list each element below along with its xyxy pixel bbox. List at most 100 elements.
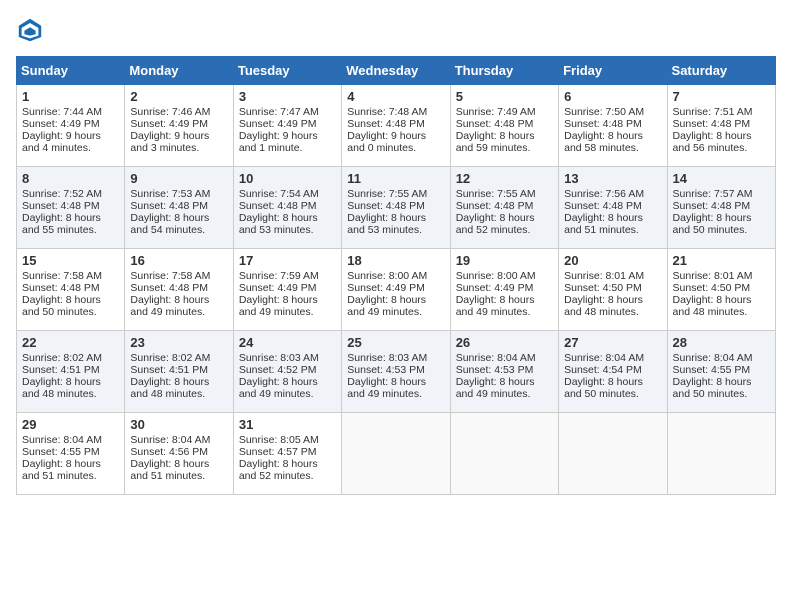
day-number: 24 — [239, 335, 337, 350]
calendar-cell: 5Sunrise: 7:49 AMSunset: 4:48 PMDaylight… — [450, 85, 558, 167]
sunrise-text: Sunrise: 7:44 AM — [22, 106, 102, 118]
sunset-text: Sunset: 4:48 PM — [347, 200, 425, 212]
calendar-cell: 8Sunrise: 7:52 AMSunset: 4:48 PMDaylight… — [17, 167, 125, 249]
daylight-text: Daylight: 8 hours and 58 minutes. — [564, 130, 643, 154]
sunrise-text: Sunrise: 8:03 AM — [347, 352, 427, 364]
daylight-text: Daylight: 8 hours and 52 minutes. — [456, 212, 535, 236]
calendar-header-row: SundayMondayTuesdayWednesdayThursdayFrid… — [17, 57, 776, 85]
sunrise-text: Sunrise: 8:03 AM — [239, 352, 319, 364]
calendar-cell — [342, 413, 450, 495]
sunrise-text: Sunrise: 7:53 AM — [130, 188, 210, 200]
sunset-text: Sunset: 4:53 PM — [456, 364, 534, 376]
daylight-text: Daylight: 9 hours and 3 minutes. — [130, 130, 209, 154]
column-header-wednesday: Wednesday — [342, 57, 450, 85]
sunset-text: Sunset: 4:51 PM — [130, 364, 208, 376]
sunrise-text: Sunrise: 7:49 AM — [456, 106, 536, 118]
day-number: 5 — [456, 89, 554, 104]
daylight-text: Daylight: 8 hours and 51 minutes. — [564, 212, 643, 236]
daylight-text: Daylight: 8 hours and 49 minutes. — [347, 294, 426, 318]
logo-icon — [16, 16, 44, 44]
calendar-cell: 7Sunrise: 7:51 AMSunset: 4:48 PMDaylight… — [667, 85, 775, 167]
sunset-text: Sunset: 4:48 PM — [673, 118, 751, 130]
column-header-sunday: Sunday — [17, 57, 125, 85]
sunrise-text: Sunrise: 8:04 AM — [22, 434, 102, 446]
calendar-cell: 21Sunrise: 8:01 AMSunset: 4:50 PMDayligh… — [667, 249, 775, 331]
day-number: 17 — [239, 253, 337, 268]
day-number: 29 — [22, 417, 120, 432]
calendar-cell: 16Sunrise: 7:58 AMSunset: 4:48 PMDayligh… — [125, 249, 233, 331]
sunrise-text: Sunrise: 8:04 AM — [130, 434, 210, 446]
day-number: 19 — [456, 253, 554, 268]
sunset-text: Sunset: 4:48 PM — [456, 118, 534, 130]
sunset-text: Sunset: 4:55 PM — [22, 446, 100, 458]
daylight-text: Daylight: 8 hours and 56 minutes. — [673, 130, 752, 154]
day-number: 4 — [347, 89, 445, 104]
daylight-text: Daylight: 8 hours and 48 minutes. — [22, 376, 101, 400]
sunset-text: Sunset: 4:48 PM — [564, 118, 642, 130]
sunrise-text: Sunrise: 7:52 AM — [22, 188, 102, 200]
calendar-cell: 10Sunrise: 7:54 AMSunset: 4:48 PMDayligh… — [233, 167, 341, 249]
calendar-cell: 29 Sunrise: 8:04 AMSunset: 4:55 PMDayligh… — [17, 413, 125, 495]
daylight-text: Daylight: 8 hours and 50 minutes. — [564, 376, 643, 400]
daylight-text: Daylight: 8 hours and 51 minutes. — [130, 458, 209, 482]
sunset-text: Sunset: 4:48 PM — [239, 200, 317, 212]
sunrise-text: Sunrise: 7:46 AM — [130, 106, 210, 118]
daylight-text: Daylight: 8 hours and 49 minutes. — [239, 376, 318, 400]
sunset-text: Sunset: 4:51 PM — [22, 364, 100, 376]
daylight-text: Daylight: 8 hours and 51 minutes. — [22, 458, 101, 482]
sunset-text: Sunset: 4:50 PM — [673, 282, 751, 294]
sunset-text: Sunset: 4:53 PM — [347, 364, 425, 376]
daylight-text: Daylight: 8 hours and 49 minutes. — [456, 376, 535, 400]
day-number: 13 — [564, 171, 662, 186]
sunset-text: Sunset: 4:48 PM — [22, 200, 100, 212]
day-number: 10 — [239, 171, 337, 186]
calendar-table: SundayMondayTuesdayWednesdayThursdayFrid… — [16, 56, 776, 495]
sunset-text: Sunset: 4:48 PM — [130, 200, 208, 212]
day-number: 6 — [564, 89, 662, 104]
sunset-text: Sunset: 4:48 PM — [673, 200, 751, 212]
calendar-cell: 2Sunrise: 7:46 AMSunset: 4:49 PMDaylight… — [125, 85, 233, 167]
day-number: 22 — [22, 335, 120, 350]
calendar-cell: 25Sunrise: 8:03 AMSunset: 4:53 PMDayligh… — [342, 331, 450, 413]
sunrise-text: Sunrise: 7:51 AM — [673, 106, 753, 118]
calendar-cell: 18Sunrise: 8:00 AMSunset: 4:49 PMDayligh… — [342, 249, 450, 331]
sunrise-text: Sunrise: 7:47 AM — [239, 106, 319, 118]
day-number: 8 — [22, 171, 120, 186]
calendar-week-row: 29Sunrise: 8:04 AMSunset: 4:55 PMDayligh… — [17, 413, 776, 495]
day-number: 26 — [456, 335, 554, 350]
daylight-text: Daylight: 8 hours and 52 minutes. — [239, 458, 318, 482]
calendar-cell: 26Sunrise: 8:04 AMSunset: 4:53 PMDayligh… — [450, 331, 558, 413]
column-header-monday: Monday — [125, 57, 233, 85]
daylight-text: Daylight: 8 hours and 50 minutes. — [673, 212, 752, 236]
calendar-cell: 27Sunrise: 8:04 AMSunset: 4:54 PMDayligh… — [559, 331, 667, 413]
day-number: 30 — [130, 417, 228, 432]
day-number: 9 — [130, 171, 228, 186]
calendar-week-row: 15Sunrise: 7:58 AMSunset: 4:48 PMDayligh… — [17, 249, 776, 331]
column-header-friday: Friday — [559, 57, 667, 85]
daylight-text: Daylight: 9 hours and 4 minutes. — [22, 130, 101, 154]
daylight-text: Daylight: 8 hours and 49 minutes. — [456, 294, 535, 318]
calendar-cell: 9Sunrise: 7:53 AMSunset: 4:48 PMDaylight… — [125, 167, 233, 249]
daylight-text: Daylight: 8 hours and 49 minutes. — [130, 294, 209, 318]
day-number: 20 — [564, 253, 662, 268]
daylight-text: Daylight: 8 hours and 48 minutes. — [564, 294, 643, 318]
sunrise-text: Sunrise: 7:58 AM — [22, 270, 102, 282]
sunset-text: Sunset: 4:48 PM — [130, 282, 208, 294]
daylight-text: Daylight: 8 hours and 50 minutes. — [22, 294, 101, 318]
sunrise-text: Sunrise: 7:58 AM — [130, 270, 210, 282]
sunrise-text: Sunrise: 8:05 AM — [239, 434, 319, 446]
sunrise-text: Sunrise: 8:04 AM — [564, 352, 644, 364]
calendar-cell: 20Sunrise: 8:01 AMSunset: 4:50 PMDayligh… — [559, 249, 667, 331]
day-number: 28 — [673, 335, 771, 350]
sunset-text: Sunset: 4:55 PM — [673, 364, 751, 376]
day-number: 27 — [564, 335, 662, 350]
daylight-text: Daylight: 8 hours and 53 minutes. — [347, 212, 426, 236]
daylight-text: Daylight: 8 hours and 53 minutes. — [239, 212, 318, 236]
day-number: 12 — [456, 171, 554, 186]
day-number: 15 — [22, 253, 120, 268]
sunset-text: Sunset: 4:49 PM — [239, 118, 317, 130]
sunset-text: Sunset: 4:57 PM — [239, 446, 317, 458]
daylight-text: Daylight: 8 hours and 49 minutes. — [347, 376, 426, 400]
calendar-cell: 4Sunrise: 7:48 AMSunset: 4:48 PMDaylight… — [342, 85, 450, 167]
day-number: 23 — [130, 335, 228, 350]
